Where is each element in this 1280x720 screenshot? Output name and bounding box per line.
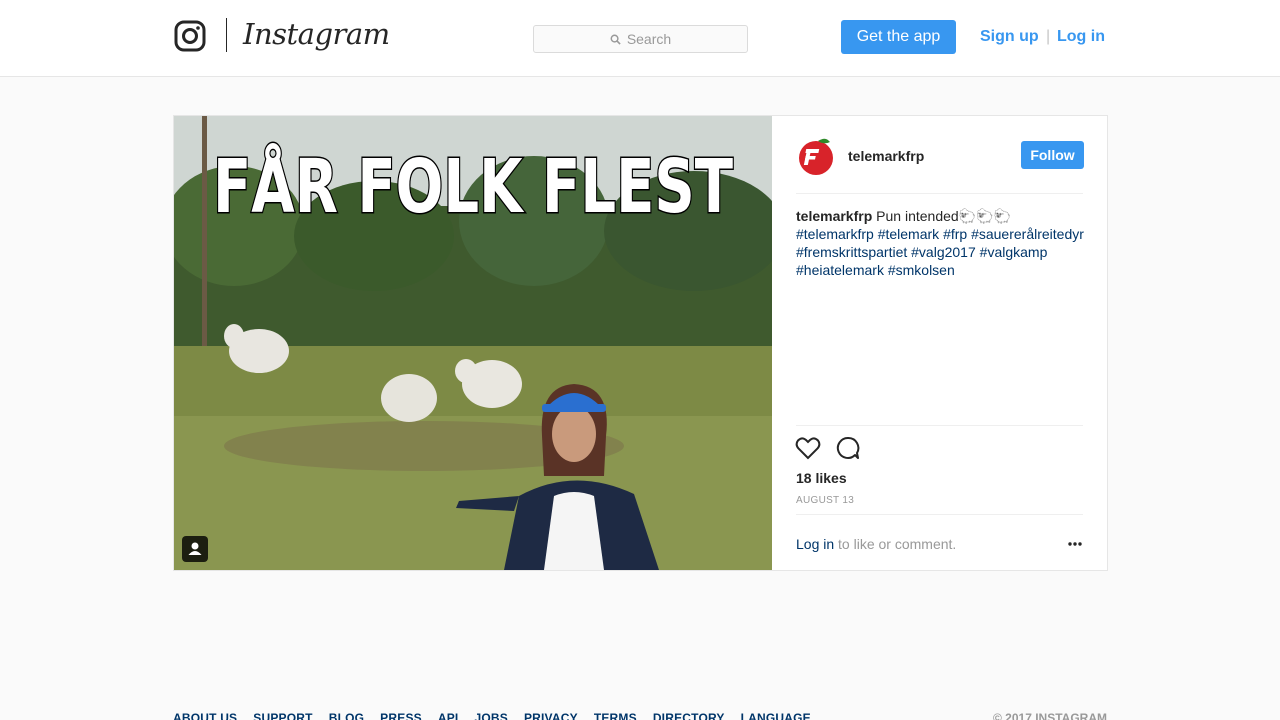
hashtag-link[interactable]: #valg2017	[911, 244, 976, 260]
logo-divider	[226, 18, 227, 52]
likes-count[interactable]: 18 likes	[796, 470, 847, 486]
search-input[interactable]: Search	[533, 25, 748, 53]
copyright: © 2017 INSTAGRAM	[993, 711, 1107, 720]
post-card: FÅR FOLK FLEST telemarkfrp Follow telema…	[173, 115, 1108, 571]
login-prompt: Log in to like or comment.	[796, 536, 956, 552]
heart-icon[interactable]	[795, 436, 821, 460]
hashtag-link[interactable]: #heiatelemark	[796, 262, 884, 278]
footer-link-privacy[interactable]: PRIVACY	[524, 711, 578, 720]
hashtag-link[interactable]: #valgkamp	[980, 244, 1048, 260]
login-prompt-text: to like or comment.	[834, 536, 957, 552]
top-nav: Instagram Search Get the app Sign up | L…	[0, 0, 1280, 77]
owner-username[interactable]: telemarkfrp	[848, 148, 924, 164]
photo-illustration: FÅR FOLK FLEST	[174, 116, 772, 570]
nav-separator: |	[1046, 28, 1051, 45]
hashtag-link[interactable]: #frp	[943, 226, 967, 242]
instagram-wordmark[interactable]: Instagram	[243, 17, 390, 51]
search-icon	[610, 34, 621, 45]
login-prompt-link[interactable]: Log in	[796, 536, 834, 552]
sign-up-link[interactable]: Sign up	[980, 28, 1039, 46]
post-sidebar: telemarkfrp Follow telemarkfrp Pun inten…	[772, 116, 1107, 570]
divider	[796, 193, 1083, 194]
hashtag-link[interactable]: #telemarkfrp	[796, 226, 874, 242]
caption-username[interactable]: telemarkfrp	[796, 208, 872, 224]
hashtag-link[interactable]: #sauererålreitedyr	[971, 226, 1084, 242]
get-the-app-button[interactable]: Get the app	[841, 20, 956, 54]
caption-text: Pun intended🐑🐑🐑	[876, 208, 1011, 224]
footer-link-language[interactable]: LANGUAGE	[741, 711, 811, 720]
footer-link-blog[interactable]: BLOG	[329, 711, 364, 720]
footer-nav: ABOUT US SUPPORT BLOG PRESS API JOBS PRI…	[173, 711, 1108, 720]
post-date: AUGUST 13	[796, 495, 855, 506]
footer-link-api[interactable]: API	[438, 711, 459, 720]
footer-link-about-us[interactable]: ABOUT US	[173, 711, 237, 720]
tagged-users-button[interactable]	[182, 536, 208, 562]
more-icon[interactable]	[1068, 542, 1082, 546]
footer-link-directory[interactable]: DIRECTORY	[653, 711, 725, 720]
tagged-user-icon	[188, 542, 202, 555]
post-caption: telemarkfrp Pun intended🐑🐑🐑 #telemarkfrp…	[796, 207, 1086, 279]
owner-avatar[interactable]	[796, 136, 836, 176]
photo-headline: FÅR FOLK FLEST	[213, 142, 733, 230]
hashtag-link[interactable]: #telemark	[878, 226, 939, 242]
footer-link-support[interactable]: SUPPORT	[253, 711, 312, 720]
instagram-glyph-icon[interactable]	[174, 20, 206, 52]
divider	[796, 514, 1083, 515]
divider	[796, 425, 1083, 426]
hashtag-link[interactable]: #fremskrittspartiet	[796, 244, 907, 260]
footer-link-terms[interactable]: TERMS	[594, 711, 637, 720]
search-placeholder: Search	[626, 31, 672, 47]
follow-button[interactable]: Follow	[1021, 141, 1084, 169]
footer-link-jobs[interactable]: JOBS	[474, 711, 507, 720]
footer-link-press[interactable]: PRESS	[380, 711, 422, 720]
comment-icon[interactable]	[836, 436, 860, 460]
hashtag-link[interactable]: #smkolsen	[888, 262, 955, 278]
log-in-link[interactable]: Log in	[1057, 28, 1105, 46]
post-photo[interactable]: FÅR FOLK FLEST	[174, 116, 772, 570]
